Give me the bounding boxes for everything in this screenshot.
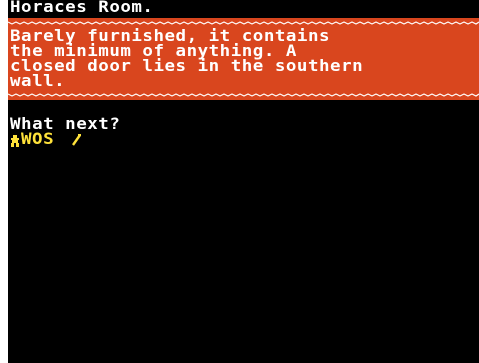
description-line: closed door lies in the southern (10, 57, 364, 76)
zigzag-border-bottom (8, 90, 479, 100)
figure-icon (11, 135, 19, 147)
description-panel: Barely furnished, it contains the minimu… (8, 28, 479, 90)
command-input[interactable]: WOS (21, 131, 54, 147)
game-screen: Horaces Room. Barely furnished, it conta… (8, 0, 479, 363)
description-line: the minimum of anything. A (10, 42, 297, 61)
slash-cursor-icon (72, 134, 81, 146)
prompt-text: What next? (10, 115, 121, 134)
room-title: Horaces Room. (10, 0, 154, 17)
description-line: Barely furnished, it contains (10, 27, 331, 46)
description-line: wall. (10, 72, 66, 91)
